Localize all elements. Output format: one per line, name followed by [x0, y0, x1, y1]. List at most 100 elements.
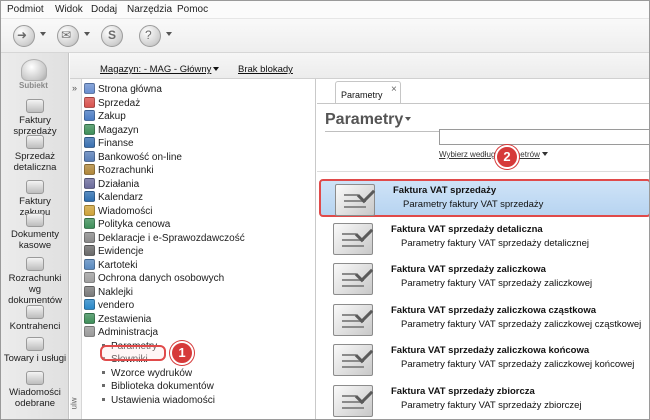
chevron-down-icon[interactable] — [84, 32, 90, 36]
chevron-down-icon[interactable] — [40, 32, 46, 36]
tree-item[interactable]: Naklejki — [84, 285, 133, 299]
list-item[interactable]: Faktura VAT sprzedaży detaliczna Parametr… — [319, 220, 649, 258]
envelope-glyph-icon: ✉ — [61, 28, 72, 42]
tree-item[interactable]: Sprzedaż — [84, 96, 141, 110]
tree-item-label: Kalendarz — [98, 192, 144, 203]
checklist-line — [342, 406, 364, 409]
page-title[interactable]: Parametry — [325, 111, 412, 129]
chevron-down-icon[interactable] — [166, 32, 172, 36]
settlements-icon — [26, 257, 44, 271]
double-chevron-right-icon[interactable]: » — [72, 83, 77, 93]
nav-dokumenty-kasowe[interactable]: Dokumenty kasowe — [3, 213, 67, 251]
header-bar: Magazyn: - MAG - Główny Brak blokady — [70, 53, 649, 79]
subiekt-logo-icon — [21, 59, 47, 81]
menu-pomoc[interactable]: Pomoc — [177, 4, 208, 15]
tree-item[interactable]: Zestawienia — [84, 312, 151, 326]
tree-subitem[interactable]: Wzorce wydruków — [102, 367, 192, 380]
bullet-icon — [102, 370, 105, 374]
parametry-highlight — [100, 345, 166, 361]
nav-towary-i-uslugi[interactable]: Towary i usługi — [3, 337, 67, 364]
tree-item-label: Rozrachunki — [98, 165, 154, 176]
callout-badge-2: 2 — [495, 145, 519, 169]
module-icon — [84, 191, 95, 202]
tree-item[interactable]: Magazyn — [84, 123, 139, 137]
list-item-title: Faktura VAT sprzedaży detaliczna — [391, 223, 543, 235]
checklist-icon — [333, 303, 374, 336]
tab-parametry[interactable]: Parametry × — [335, 81, 401, 103]
close-icon[interactable]: × — [391, 84, 397, 95]
tree-item-label: Ewidencje — [98, 246, 144, 257]
magazyn-selector[interactable]: Magazyn: - MAG - Główny — [100, 64, 220, 75]
tree-item-label: Finanse — [98, 138, 134, 149]
nav-label: Towary i usługi — [3, 353, 67, 364]
tree-item[interactable]: Rozrachunki — [84, 164, 154, 177]
module-icon — [84, 231, 95, 243]
nav-sprzedaz-detaliczna[interactable]: Sprzedaż detaliczna — [3, 135, 67, 173]
invoice-printer-icon — [26, 99, 44, 113]
tree-item[interactable]: Strona główna — [84, 83, 162, 96]
contractors-icon — [26, 305, 44, 319]
list-item[interactable]: Faktura VAT sprzedaży zaliczkowa cząstko… — [319, 301, 649, 339]
arrow-glyph-icon: ➜ — [17, 28, 28, 42]
tree-item[interactable]: Deklaracje i e-Sprawozdawczość — [84, 231, 245, 245]
tree-subitem[interactable]: Ustawienia wiadomości — [102, 394, 215, 407]
list-item-title: Faktura VAT sprzedaży zbiorcza — [391, 385, 535, 397]
search-input[interactable] — [439, 129, 649, 145]
tree-item[interactable]: Finanse — [84, 137, 134, 150]
subiekt-logo: Subiekt — [7, 59, 65, 93]
checklist-icon — [335, 184, 376, 216]
nav-kontrahenci[interactable]: Kontrahenci — [3, 305, 67, 332]
menu-narzedzia[interactable]: Narzędzia — [127, 4, 172, 15]
toolbar: ➜ ✉ S ? — [1, 19, 649, 53]
module-icon — [84, 123, 95, 135]
chevron-down-icon — [213, 67, 220, 71]
menu-dodaj[interactable]: Dodaj — [91, 4, 117, 15]
menu-bar: Podmiot Widok Dodaj Narzędzia Pomoc — [1, 1, 649, 19]
tree-item-label: Strona główna — [98, 84, 162, 95]
tree-item-label: Sprzedaż — [98, 97, 141, 109]
list-item-subtitle: Parametry faktury VAT sprzedaży zaliczko… — [401, 278, 593, 289]
list-item[interactable]: Faktura VAT sprzedaży zbiorcza Parametry … — [319, 382, 649, 420]
list-item-selected[interactable]: Faktura VAT sprzedaży Parametry faktury V… — [319, 179, 649, 217]
tree-item[interactable]: Wiadomości — [84, 204, 152, 218]
tree-subitem-label: Wzorce wydruków — [111, 367, 193, 379]
question-glyph-icon: ? — [145, 28, 152, 42]
checklist-line — [342, 366, 364, 368]
brak-blokady-link[interactable]: Brak blokady — [238, 64, 293, 75]
list-item[interactable]: Faktura VAT sprzedaży zaliczkowa końcowa… — [319, 341, 649, 379]
tree-item-label: Administracja — [98, 327, 159, 338]
tree-subitem[interactable]: Biblioteka dokumentów — [102, 380, 214, 393]
tree-item[interactable]: Kalendarz — [84, 191, 143, 204]
tree-item[interactable]: Polityka cenowa — [84, 218, 170, 231]
tree-item[interactable]: Ochrona danych osobowych — [84, 272, 224, 285]
checklist-icon — [333, 222, 374, 255]
filter-by-parameters-link[interactable]: Wybierz według parametrów — [439, 150, 548, 159]
collapse-strip[interactable]: » ulw — [70, 79, 82, 419]
tree-item[interactable]: Działania — [84, 177, 140, 191]
menu-podmiot[interactable]: Podmiot — [7, 4, 44, 15]
tree-item[interactable]: Administracja — [84, 326, 158, 339]
tree-item[interactable]: Kartoteki — [84, 258, 138, 272]
module-icon — [84, 110, 95, 121]
list-item-title: Faktura VAT sprzedaży zaliczkowa cząstko… — [391, 304, 597, 316]
nav-wiadomosci-odebrane[interactable]: Wiadomości odebrane — [3, 371, 67, 409]
tree-item-label: Działania — [98, 178, 140, 190]
checklist-line — [342, 244, 364, 247]
tree-item[interactable]: Bankowość on-line — [84, 150, 182, 164]
nav-faktury-sprzedazy[interactable]: Faktury sprzedaży — [3, 99, 67, 137]
tree-item[interactable]: vendero — [84, 299, 134, 312]
tree-item[interactable]: Zakup — [84, 110, 126, 123]
tree-item[interactable]: Ewidencje — [84, 245, 144, 258]
menu-widok[interactable]: Widok — [55, 4, 83, 15]
module-icon — [84, 218, 95, 229]
nav-rozrachunki[interactable]: Rozrachunki wg dokumentów — [3, 257, 67, 306]
module-icon — [84, 299, 95, 310]
tree-subitem-label: Ustawienia wiadomości — [111, 394, 215, 406]
s-glyph-icon: S — [108, 28, 117, 42]
checklist-icon — [333, 344, 374, 376]
module-icon — [84, 164, 95, 175]
page-title-text: Parametry — [325, 111, 404, 128]
module-icon — [84, 312, 95, 324]
list-item[interactable]: Faktura VAT sprzedaży zaliczkowa Parametr… — [319, 260, 649, 298]
tree-item-label: Kartoteki — [98, 259, 138, 271]
